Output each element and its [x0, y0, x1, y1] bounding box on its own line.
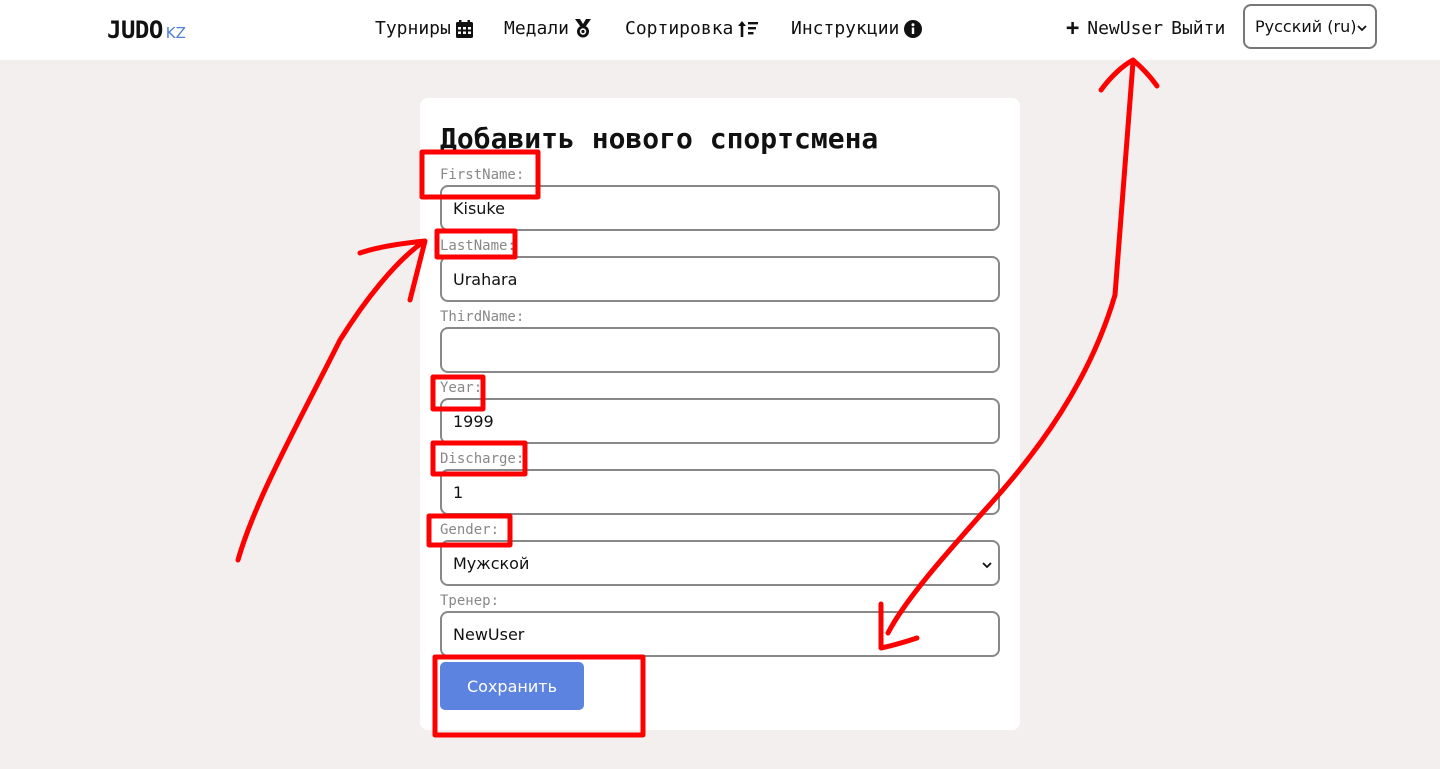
first-name-input[interactable]: Kisuke [440, 185, 1000, 231]
gender-selected-value: Мужской [453, 553, 530, 573]
year-input[interactable]: 1999 [440, 398, 1000, 444]
discharge-label: Discharge: [440, 451, 525, 467]
coach-input[interactable]: NewUser [440, 611, 1000, 657]
save-button[interactable]: Сохранить [440, 662, 584, 710]
brand-sub-text: KZ [165, 24, 186, 42]
sort-amount-icon [738, 20, 759, 38]
nav-tournaments-label: Турниры [375, 18, 451, 39]
brand-logo[interactable]: JUDO KZ [107, 16, 186, 44]
top-navbar: JUDO KZ Турниры Медали Сортировка Инстру… [0, 0, 1440, 60]
nav-medals[interactable]: Медали [504, 18, 592, 39]
nav-tournaments[interactable]: Турниры [375, 18, 473, 39]
calendar-icon [455, 19, 473, 38]
plus-icon[interactable]: + [1066, 17, 1079, 39]
third-name-input[interactable] [440, 327, 1000, 373]
language-selected-value: Русский (ru) [1255, 17, 1357, 36]
nav-instructions-label: Инструкции [791, 18, 900, 39]
discharge-input[interactable]: 1 [440, 469, 1000, 515]
info-circle-icon [904, 19, 923, 38]
gender-label: Gender: [440, 522, 500, 538]
annotation-arrow-left [235, 238, 428, 563]
third-name-label: ThirdName: [440, 309, 525, 325]
username-link[interactable]: NewUser [1087, 18, 1163, 39]
last-name-input[interactable]: Urahara [440, 256, 1000, 302]
nav-sorting[interactable]: Сортировка [625, 18, 759, 39]
last-name-label: LastName: [440, 238, 516, 254]
logout-link[interactable]: Выйти [1171, 18, 1225, 39]
language-select[interactable]: Русский (ru) [1243, 4, 1377, 49]
nav-sorting-label: Сортировка [625, 18, 734, 39]
add-athlete-card: Добавить нового спортсмена FirstName: Ki… [420, 98, 1020, 730]
brand-main-text: JUDO [107, 16, 163, 44]
user-area: + NewUser Выйти [1066, 17, 1225, 39]
medal-icon [574, 19, 592, 38]
year-label: Year: [440, 380, 483, 396]
first-name-label: FirstName: [440, 167, 525, 183]
nav-instructions[interactable]: Инструкции [791, 18, 923, 39]
form-title: Добавить нового спортсмена [440, 122, 879, 155]
nav-medals-label: Медали [504, 18, 570, 39]
gender-select[interactable]: Мужской [440, 540, 1000, 586]
chevron-down-icon [1357, 17, 1367, 36]
chevron-down-icon [982, 554, 992, 573]
coach-label: Тренер: [440, 593, 500, 609]
